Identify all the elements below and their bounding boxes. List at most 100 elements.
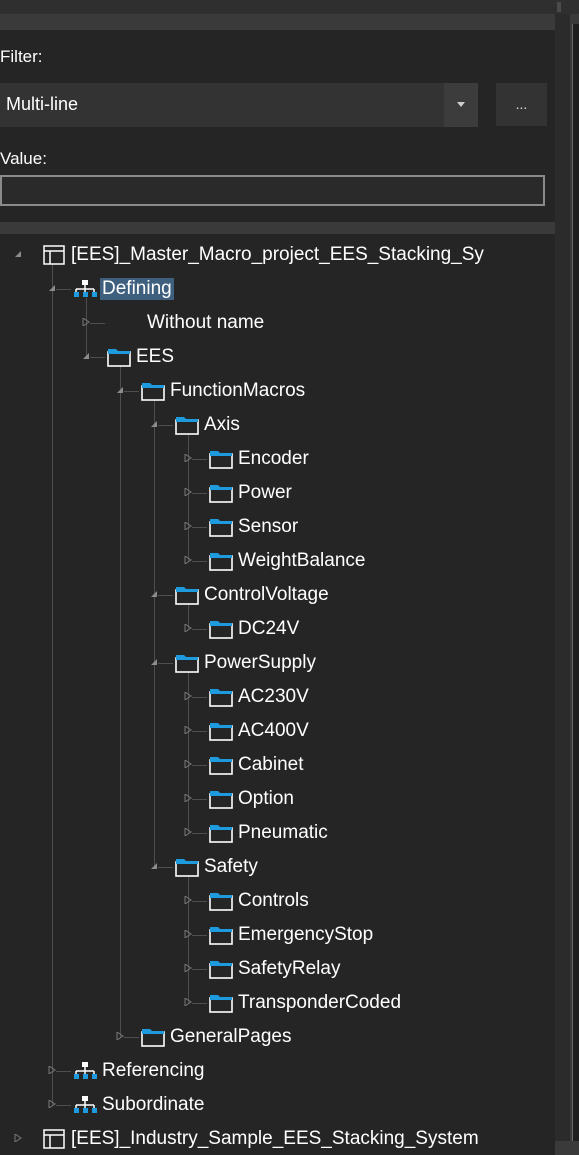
project-icon bbox=[42, 244, 66, 266]
tree-item-label: Cabinet bbox=[238, 754, 304, 775]
tree-item[interactable]: SafetyRelay bbox=[0, 952, 555, 986]
navigator-panel: Filter: Multi-line ... Value: [EES]_Mast… bbox=[0, 14, 555, 1155]
tree-connector bbox=[192, 527, 207, 528]
folder-icon bbox=[209, 788, 233, 810]
expanded-triangle-icon[interactable] bbox=[82, 352, 90, 360]
tree-item[interactable]: ControlVoltage bbox=[0, 578, 555, 612]
tree-connector bbox=[90, 323, 105, 324]
tree-item[interactable]: TransponderCoded bbox=[0, 986, 555, 1020]
expanded-triangle-icon[interactable] bbox=[48, 284, 56, 292]
graphical-preview-panel bbox=[570, 14, 579, 1141]
value-label: Value: bbox=[0, 149, 47, 168]
folder-icon bbox=[175, 584, 199, 606]
collapsed-triangle-icon[interactable] bbox=[184, 794, 192, 802]
tree-item[interactable]: Axis bbox=[0, 408, 555, 442]
tree-item-label: SafetyRelay bbox=[238, 958, 341, 979]
tree-item[interactable]: GeneralPages bbox=[0, 1020, 555, 1054]
collapsed-triangle-icon[interactable] bbox=[184, 522, 192, 530]
collapsed-triangle-icon[interactable] bbox=[184, 760, 192, 768]
folder-icon bbox=[175, 414, 199, 436]
tree-item[interactable]: EmergencyStop bbox=[0, 918, 555, 952]
folder-icon bbox=[175, 652, 199, 674]
tree-item[interactable]: Defining bbox=[0, 272, 555, 306]
folder-icon bbox=[141, 1026, 165, 1048]
tree-item-label: Axis bbox=[204, 414, 240, 435]
collapsed-triangle-icon[interactable] bbox=[184, 624, 192, 632]
expanded-triangle-icon[interactable] bbox=[150, 658, 158, 666]
tree-item[interactable]: WeightBalance bbox=[0, 544, 555, 578]
tree-item[interactable]: PowerSupply bbox=[0, 646, 555, 680]
tree-connector bbox=[192, 1003, 207, 1004]
splitter-grip bbox=[557, 2, 561, 12]
collapsed-triangle-icon[interactable] bbox=[184, 930, 192, 938]
tree-item[interactable]: Referencing bbox=[0, 1054, 555, 1088]
tree-item[interactable]: Sensor bbox=[0, 510, 555, 544]
collapsed-triangle-icon[interactable] bbox=[184, 828, 192, 836]
folder-icon bbox=[209, 924, 233, 946]
filter-dropdown-value: Multi-line bbox=[6, 94, 79, 114]
dropdown-arrow-button[interactable] bbox=[444, 83, 478, 127]
collapsed-triangle-icon[interactable] bbox=[184, 998, 192, 1006]
tree-item-label: Subordinate bbox=[102, 1094, 205, 1115]
tree-connector bbox=[192, 969, 207, 970]
chevron-down-icon bbox=[457, 102, 465, 107]
collapsed-triangle-icon[interactable] bbox=[184, 454, 192, 462]
tree-item[interactable]: Subordinate bbox=[0, 1088, 555, 1122]
tree-item-label: DC24V bbox=[238, 618, 300, 639]
tree-item-label: Sensor bbox=[238, 516, 299, 537]
expanded-triangle-icon[interactable] bbox=[14, 250, 22, 258]
tree-item[interactable]: Pneumatic bbox=[0, 816, 555, 850]
project-icon bbox=[42, 1128, 66, 1150]
tree-item-label: TransponderCoded bbox=[238, 992, 402, 1013]
expanded-triangle-icon[interactable] bbox=[150, 590, 158, 598]
navigator-tree[interactable]: [EES]_Master_Macro_project_EES_Stacking_… bbox=[0, 234, 555, 1155]
tree-item[interactable]: Controls bbox=[0, 884, 555, 918]
collapsed-triangle-icon[interactable] bbox=[184, 692, 192, 700]
expanded-triangle-icon[interactable] bbox=[116, 386, 124, 394]
tree-connector bbox=[192, 799, 207, 800]
tree-item[interactable]: EES bbox=[0, 340, 555, 374]
collapsed-triangle-icon[interactable] bbox=[82, 318, 90, 326]
tree-item-label: AC230V bbox=[238, 686, 309, 707]
collapsed-triangle-icon[interactable] bbox=[184, 896, 192, 904]
collapsed-triangle-icon[interactable] bbox=[48, 1066, 56, 1074]
tree-item[interactable]: Power bbox=[0, 476, 555, 510]
tree-connector bbox=[56, 1105, 71, 1106]
tree-item-label: Defining bbox=[100, 278, 174, 300]
folder-icon bbox=[175, 856, 199, 878]
panel-splitter[interactable] bbox=[555, 14, 570, 1141]
tree-item[interactable]: AC400V bbox=[0, 714, 555, 748]
collapsed-triangle-icon[interactable] bbox=[184, 488, 192, 496]
expanded-triangle-icon[interactable] bbox=[150, 862, 158, 870]
tree-connector bbox=[192, 459, 207, 460]
tree-item[interactable]: [EES]_Industry_Sample_EES_Stacking_Syste… bbox=[0, 1122, 555, 1155]
collapsed-triangle-icon[interactable] bbox=[48, 1100, 56, 1108]
filter-dropdown[interactable]: Multi-line bbox=[0, 83, 478, 127]
collapsed-triangle-icon[interactable] bbox=[184, 726, 192, 734]
tree-item[interactable]: Cabinet bbox=[0, 748, 555, 782]
tree-connector bbox=[192, 731, 207, 732]
value-input[interactable] bbox=[0, 175, 545, 206]
tree-item-label: AC400V bbox=[238, 720, 309, 741]
tree-item[interactable]: DC24V bbox=[0, 612, 555, 646]
tree-item[interactable]: FunctionMacros bbox=[0, 374, 555, 408]
tree-item-label: PowerSupply bbox=[204, 652, 316, 673]
collapsed-triangle-icon[interactable] bbox=[184, 964, 192, 972]
tree-item[interactable]: Encoder bbox=[0, 442, 555, 476]
hierarchy-icon bbox=[73, 278, 97, 300]
tree-connector bbox=[192, 697, 207, 698]
collapsed-triangle-icon[interactable] bbox=[116, 1032, 124, 1040]
tree-item[interactable]: Option bbox=[0, 782, 555, 816]
expanded-triangle-icon[interactable] bbox=[150, 420, 158, 428]
tree-item[interactable]: Safety bbox=[0, 850, 555, 884]
tree-item-label: EES bbox=[136, 346, 175, 367]
tree-item-label: Option bbox=[238, 788, 294, 809]
folder-icon bbox=[209, 720, 233, 742]
tree-item-label: Without name bbox=[147, 312, 265, 333]
filter-more-button[interactable]: ... bbox=[496, 83, 547, 126]
tree-item[interactable]: [EES]_Master_Macro_project_EES_Stacking_… bbox=[0, 238, 555, 272]
preview-area bbox=[573, 24, 579, 1141]
tree-item[interactable]: Without name bbox=[0, 306, 555, 340]
tree-item[interactable]: AC230V bbox=[0, 680, 555, 714]
collapsed-triangle-icon[interactable] bbox=[184, 556, 192, 564]
